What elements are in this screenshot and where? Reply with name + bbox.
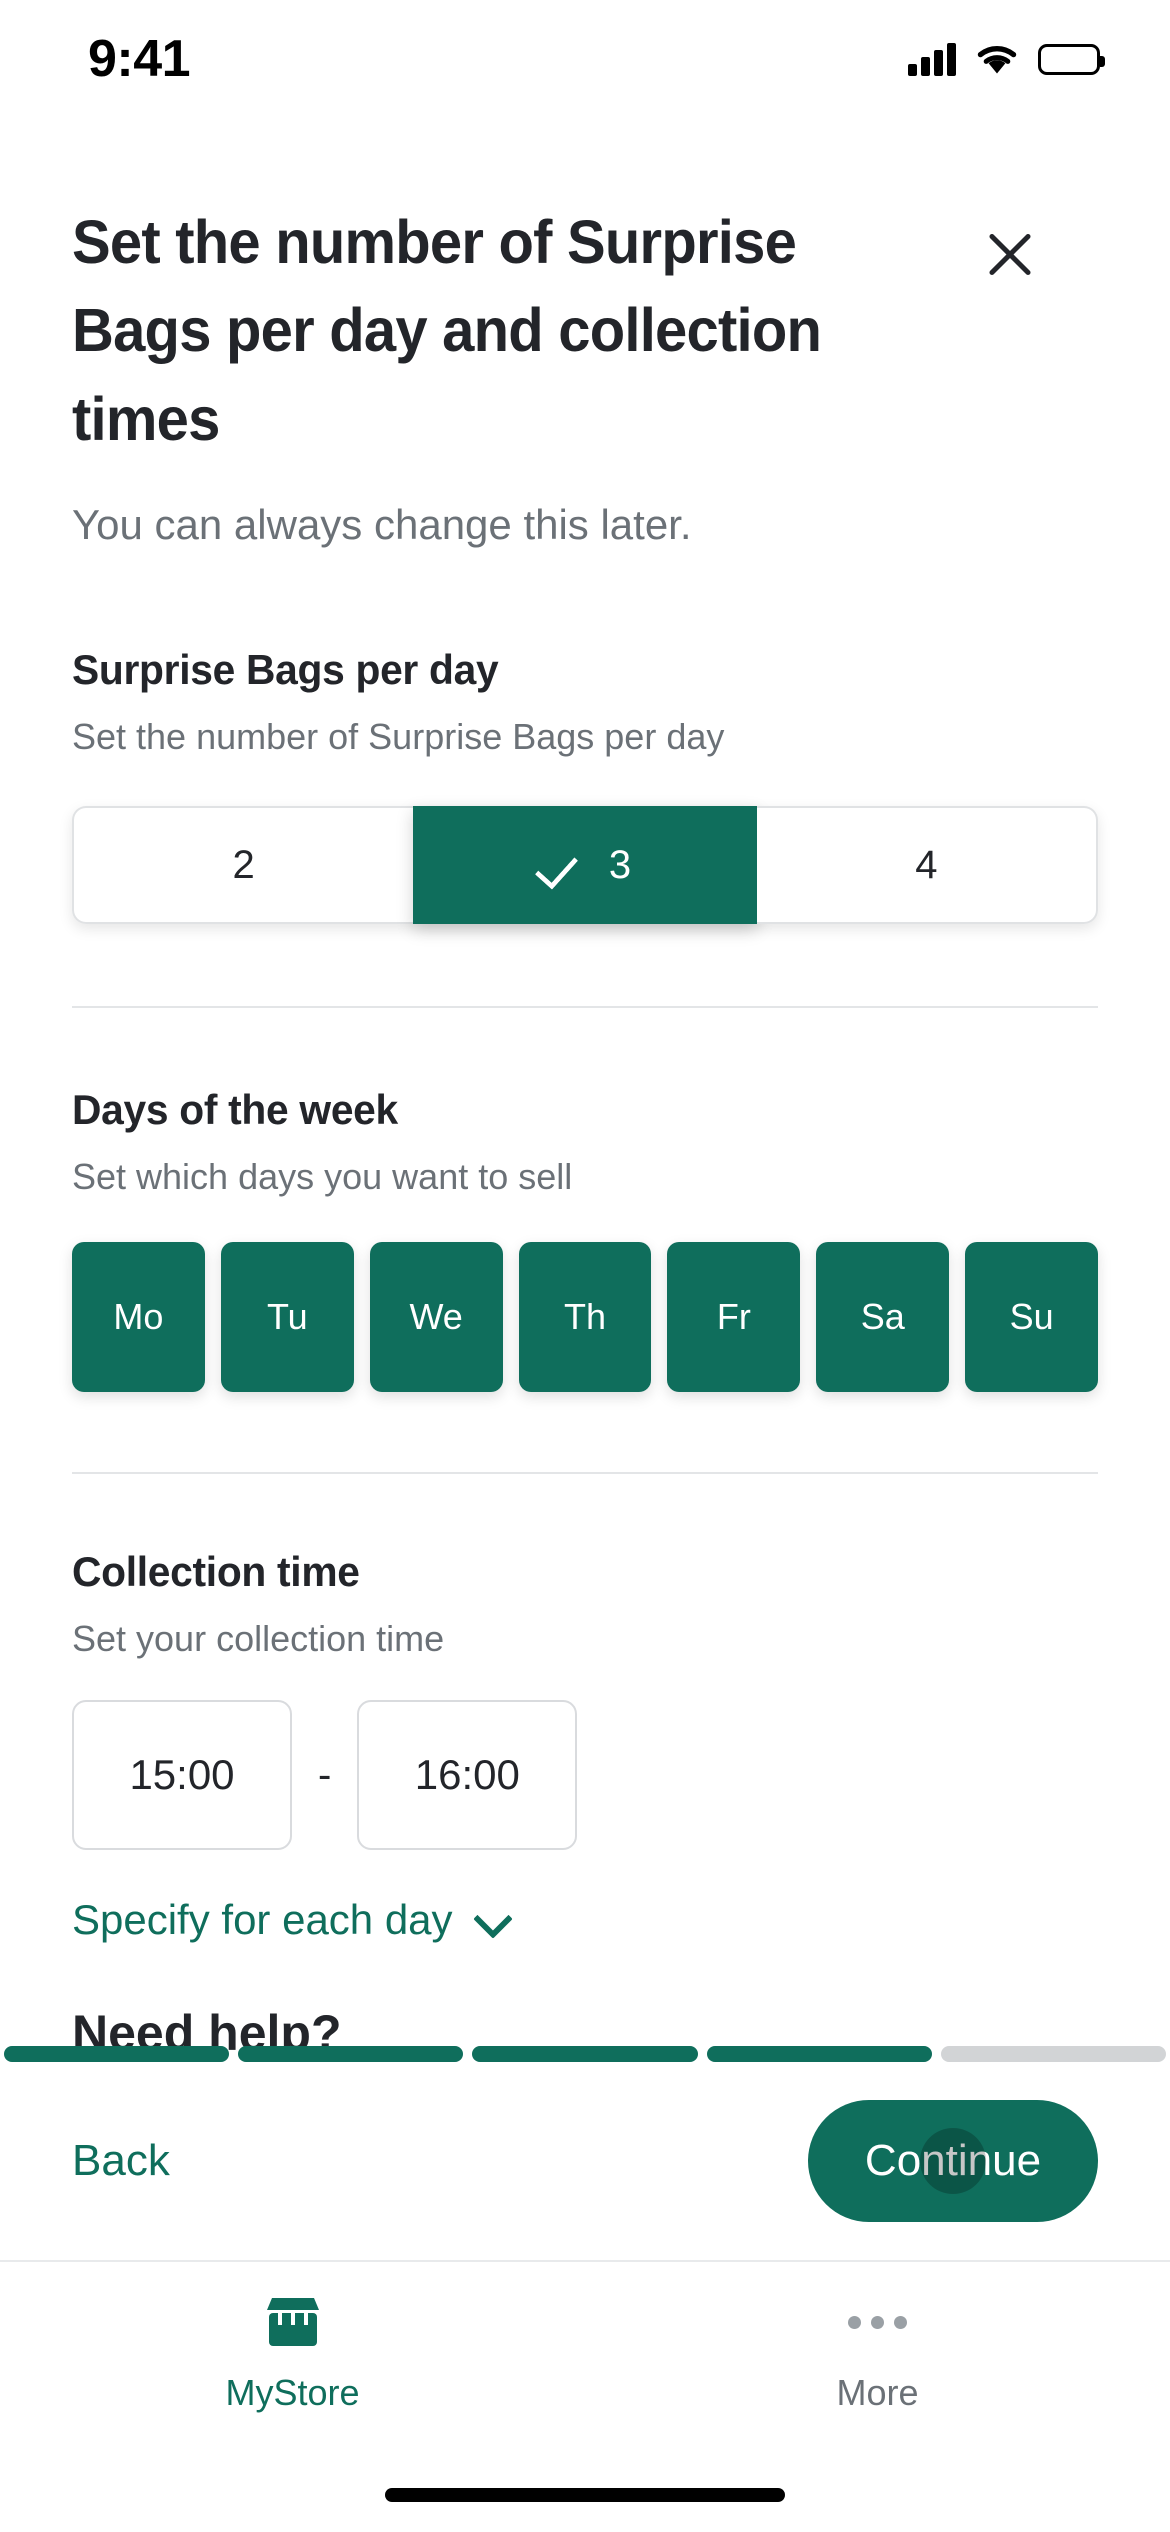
time-range-separator: - bbox=[318, 1752, 332, 1797]
scroll-content[interactable]: Set the number of Surprise Bags per day … bbox=[0, 108, 1170, 2068]
collection-time-section: Collection time Set your collection time… bbox=[0, 1548, 1170, 1944]
collection-section-title: Collection time bbox=[72, 1548, 360, 1595]
specify-for-each-day-link[interactable]: Specify for each day bbox=[72, 1896, 1098, 1944]
bags-option-2[interactable]: 2 bbox=[72, 806, 414, 924]
divider-days bbox=[72, 1472, 1098, 1474]
day-chip-tu-label: Tu bbox=[266, 1296, 308, 1337]
collection-end-time-value: 16:00 bbox=[414, 1751, 520, 1798]
continue-button-label: Continue bbox=[864, 2136, 1042, 2185]
tab-mystore-label: MyStore bbox=[225, 2372, 360, 2413]
collection-time-row: 15:00 - 16:00 bbox=[72, 1700, 1098, 1850]
wifi-icon bbox=[974, 42, 1020, 76]
day-chip-sa-label: Sa bbox=[860, 1296, 905, 1337]
day-chip-su[interactable]: Su bbox=[965, 1242, 1099, 1392]
days-section-subtitle: Set which days you want to sell bbox=[72, 1156, 573, 1197]
days-of-week-section: Days of the week Set which days you want… bbox=[0, 1086, 1170, 1392]
day-chip-fr[interactable]: Fr bbox=[667, 1242, 801, 1392]
header-row: Set the number of Surprise Bags per day … bbox=[0, 108, 1170, 463]
bags-option-3-label: 3 bbox=[608, 842, 632, 887]
days-chip-row[interactable]: Mo Tu We Th Fr Sa Su bbox=[72, 1242, 1099, 1392]
progress-step-1 bbox=[4, 2046, 230, 2062]
bags-section-title: Surprise Bags per day bbox=[72, 646, 499, 693]
collection-section-subtitle: Set your collection time bbox=[72, 1618, 445, 1659]
home-indicator bbox=[385, 2488, 785, 2502]
day-chip-th-label: Th bbox=[564, 1296, 607, 1337]
divider-bags bbox=[72, 1006, 1098, 1008]
status-bar-icons bbox=[908, 32, 1105, 76]
specify-for-each-day-label: Specify for each day bbox=[72, 1896, 453, 1943]
page-subtitle: You can always change this later. bbox=[72, 501, 692, 549]
day-chip-fr-label: Fr bbox=[716, 1296, 751, 1337]
collection-start-time-field[interactable]: 15:00 bbox=[72, 1700, 292, 1850]
progress-step-3 bbox=[472, 2046, 698, 2062]
action-bar: Back Continue bbox=[0, 2062, 1170, 2262]
progress-step-4 bbox=[706, 2046, 932, 2062]
bags-option-4[interactable]: 4 bbox=[756, 806, 1098, 924]
day-chip-sa[interactable]: Sa bbox=[816, 1242, 950, 1392]
day-chip-we-label: We bbox=[409, 1296, 463, 1337]
continue-button[interactable]: Continue bbox=[808, 2100, 1098, 2222]
bottom-tab-bar: MyStore More bbox=[0, 2264, 1170, 2464]
day-chip-we[interactable]: We bbox=[369, 1242, 503, 1392]
collection-start-time-value: 15:00 bbox=[129, 1751, 235, 1798]
cellular-signal-icon bbox=[908, 42, 956, 76]
check-icon bbox=[539, 842, 585, 888]
storefront-icon bbox=[262, 2294, 324, 2350]
progress-step-5 bbox=[940, 2046, 1167, 2062]
day-chip-tu[interactable]: Tu bbox=[220, 1242, 354, 1392]
close-icon[interactable] bbox=[972, 216, 1048, 292]
tab-more[interactable]: More bbox=[585, 2264, 1170, 2464]
day-chip-mo-label: Mo bbox=[113, 1296, 164, 1337]
collection-end-time-field[interactable]: 16:00 bbox=[357, 1700, 578, 1850]
ellipsis-icon bbox=[848, 2294, 907, 2350]
days-section-title: Days of the week bbox=[72, 1086, 398, 1133]
progress-step-2 bbox=[238, 2046, 464, 2062]
tab-more-label: More bbox=[836, 2372, 919, 2413]
bags-per-day-section: Surprise Bags per day Set the number of … bbox=[0, 646, 1170, 924]
bags-option-2-label: 2 bbox=[232, 842, 255, 887]
day-chip-mo[interactable]: Mo bbox=[72, 1242, 205, 1392]
day-chip-th[interactable]: Th bbox=[518, 1242, 652, 1392]
onboarding-progress-bar bbox=[0, 2046, 1170, 2062]
tab-mystore[interactable]: MyStore bbox=[0, 2264, 585, 2464]
status-bar: 9:41 bbox=[0, 0, 1170, 108]
bags-option-3[interactable]: 3 bbox=[413, 806, 757, 924]
day-chip-su-label: Su bbox=[1009, 1296, 1054, 1337]
page-title: Set the number of Surprise Bags per day … bbox=[72, 208, 822, 453]
bags-section-subtitle: Set the number of Surprise Bags per day bbox=[72, 716, 725, 757]
battery-full-icon bbox=[1038, 43, 1105, 75]
chevron-down-icon bbox=[475, 1903, 509, 1937]
bags-count-segmented-control[interactable]: 2 3 4 bbox=[72, 806, 1098, 924]
status-bar-time: 9:41 bbox=[88, 30, 191, 88]
back-button[interactable]: Back bbox=[72, 2136, 170, 2186]
phone-screen: 9:41 Set the number of Surprise Bags per… bbox=[0, 0, 1170, 2532]
bags-option-4-label: 4 bbox=[915, 842, 938, 887]
